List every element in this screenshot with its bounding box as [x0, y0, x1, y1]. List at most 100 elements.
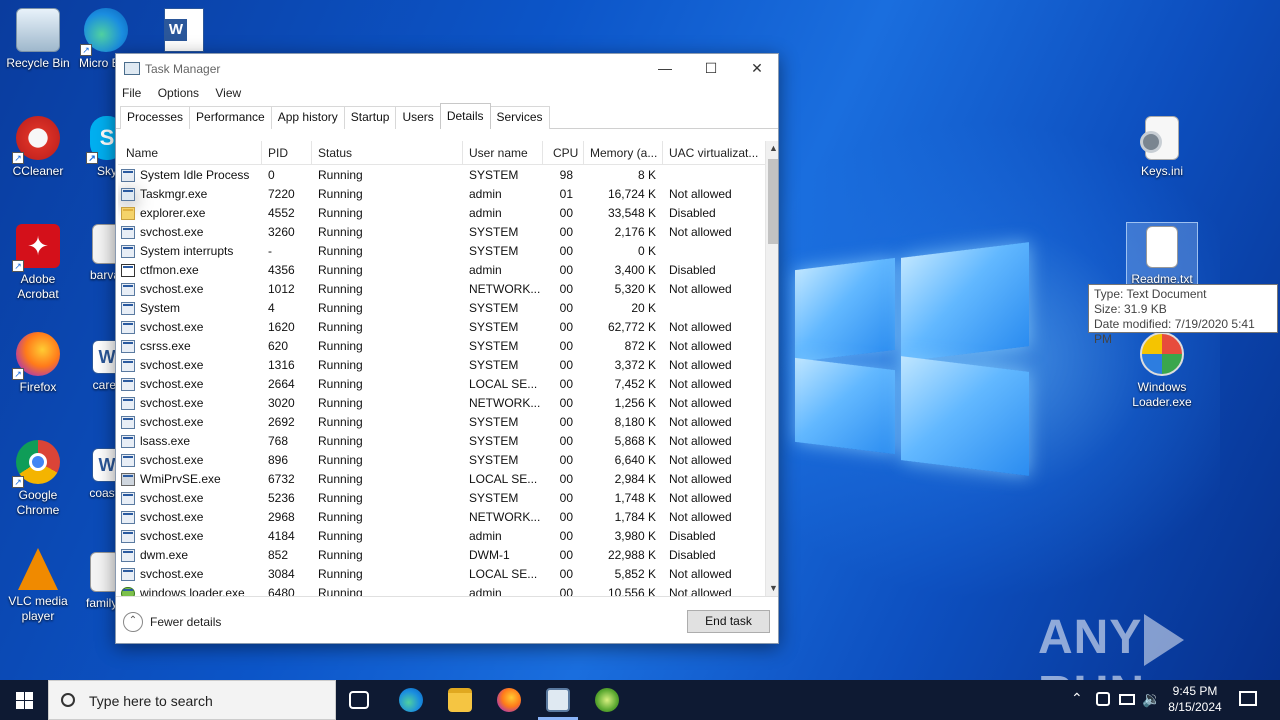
windows-loader-icon[interactable] — [595, 688, 619, 712]
scroll-up-arrow[interactable]: ▲ — [766, 141, 778, 156]
column-header-status[interactable]: Status — [312, 141, 463, 165]
volume-icon[interactable]: 🔉 — [1142, 690, 1161, 708]
table-row[interactable]: dwm.exe 852 Running DWM-1 00 22,988 K Disabled — [118, 546, 763, 565]
table-row[interactable]: svchost.exe 3084 Running LOCAL SE... 00 5,852… — [118, 565, 763, 584]
menu-options[interactable]: Options — [158, 82, 199, 104]
task-manager-icon[interactable] — [546, 688, 570, 712]
tab-users[interactable]: Users — [395, 106, 441, 129]
title-bar[interactable]: Task Manager — ☐ ✕ — [116, 54, 778, 82]
column-header-uac-virtualization[interactable]: UAC virtualizat... — [663, 141, 763, 165]
table-row[interactable]: ctfmon.exe 4356 Running admin 00 3,400 K Disab… — [118, 261, 763, 280]
table-row[interactable]: svchost.exe 5236 Running SYSTEM 00 1,748 K Not… — [118, 489, 763, 508]
table-row[interactable]: svchost.exe 896 Running SYSTEM 00 6,640 K Not … — [118, 451, 763, 470]
edge-icon[interactable] — [399, 688, 423, 712]
cell-cpu: 00 — [559, 434, 573, 448]
cell-name: svchost.exe — [140, 358, 204, 372]
menu-view[interactable]: View — [215, 82, 241, 104]
close-button[interactable]: ✕ — [734, 54, 780, 82]
table-row[interactable]: System 4 Running SYSTEM 00 20 K — [118, 299, 763, 318]
desktop-icon-keys-ini[interactable]: Keys.ini — [1124, 116, 1200, 179]
table-row[interactable]: svchost.exe 1620 Running SYSTEM 00 62,772 K No… — [118, 318, 763, 337]
scroll-down-arrow[interactable]: ▼ — [766, 581, 778, 596]
desktop-icon-vlc[interactable]: VLC media player — [0, 548, 76, 624]
desktop-icon-recycle-bin[interactable]: Recycle Bin — [0, 8, 76, 71]
cell-status: Running — [318, 567, 363, 581]
cell-user: NETWORK... — [469, 510, 541, 524]
tab-startup[interactable]: Startup — [343, 106, 397, 129]
table-row[interactable]: svchost.exe 3260 Running SYSTEM 00 2,176 K Not… — [118, 223, 763, 242]
end-task-button[interactable]: End task — [687, 610, 770, 633]
table-row[interactable]: svchost.exe 2968 Running NETWORK... 00 1,784 … — [118, 508, 763, 527]
column-header-cpu[interactable]: CPU — [543, 141, 584, 165]
cell-mem: 3,400 K — [614, 263, 656, 277]
column-header-memory[interactable]: Memory (a... — [584, 141, 663, 165]
table-row[interactable]: System Idle Process 0 Running SYSTEM 98 8 K — [118, 166, 763, 185]
cell-mem: 7,452 K — [614, 377, 656, 391]
cell-uac: Not allowed — [669, 586, 732, 596]
desktop-icon-adobe-acrobat[interactable]: ✦ ↗ Adobe Acrobat — [0, 224, 76, 302]
notifications-icon[interactable] — [1239, 691, 1257, 706]
cell-uac: Not allowed — [669, 434, 732, 448]
task-view-icon[interactable] — [349, 691, 369, 709]
maximize-button[interactable]: ☐ — [688, 54, 734, 82]
cell-pid: 3020 — [268, 396, 295, 410]
chevron-up-icon[interactable]: ⌃ — [1071, 690, 1083, 707]
cell-pid: - — [268, 244, 272, 258]
desktop-icon-readme-txt[interactable]: Readme.txt — [1126, 222, 1198, 288]
file-explorer-icon[interactable] — [448, 688, 472, 712]
word-doc-icon[interactable]: W — [164, 8, 204, 52]
column-header-name[interactable]: Name — [118, 141, 262, 165]
process-icon — [121, 549, 135, 562]
fewer-details-label: Fewer details — [150, 615, 222, 629]
minimize-button[interactable]: — — [642, 54, 688, 82]
column-header-pid[interactable]: PID — [262, 141, 312, 165]
table-row[interactable]: csrss.exe 620 Running SYSTEM 00 872 K Not allo… — [118, 337, 763, 356]
tab-performance[interactable]: Performance — [189, 106, 272, 129]
desktop-icon-firefox[interactable]: ↗ Firefox — [0, 332, 76, 395]
table-row[interactable]: explorer.exe 4552 Running admin 00 33,548 K Di… — [118, 204, 763, 223]
vertical-scrollbar[interactable]: ▲ ▼ — [765, 141, 778, 596]
table-row[interactable]: svchost.exe 2664 Running LOCAL SE... 00 7,452… — [118, 375, 763, 394]
cell-mem: 1,784 K — [614, 510, 656, 524]
tab-details[interactable]: Details — [439, 103, 491, 129]
tab-services[interactable]: Services — [489, 106, 550, 129]
desktop-icon-label: Windows Loader.exe — [1132, 380, 1192, 409]
table-row[interactable]: Taskmgr.exe 7220 Running admin 01 16,724 K Not… — [118, 185, 763, 204]
table-row[interactable]: svchost.exe 1316 Running SYSTEM 00 3,372 K Not… — [118, 356, 763, 375]
table-row[interactable]: WmiPrvSE.exe 6732 Running LOCAL SE... 00 2,98… — [118, 470, 763, 489]
network-icon[interactable] — [1119, 694, 1135, 705]
table-row[interactable]: System interrupts - Running SYSTEM 00 0 K — [118, 242, 763, 261]
cell-user: SYSTEM — [469, 415, 519, 429]
tooltip-type: Type: Text Document — [1094, 287, 1207, 301]
table-row[interactable]: svchost.exe 3020 Running NETWORK... 00 1,256 … — [118, 394, 763, 413]
column-header-user-name[interactable]: User name — [463, 141, 543, 165]
windows-start-icon — [16, 692, 24, 700]
taskbar-search-box[interactable]: Type here to search — [48, 680, 336, 720]
cell-cpu: 00 — [559, 529, 573, 543]
cell-status: Running — [318, 434, 363, 448]
desktop-icon-google-chrome[interactable]: ↗ Google Chrome — [0, 440, 76, 518]
start-button[interactable] — [0, 680, 48, 720]
search-placeholder: Type here to search — [89, 693, 213, 709]
table-row[interactable]: windows loader.exe 6480 Running admin 00 10,5… — [118, 584, 763, 596]
menu-file[interactable]: File — [122, 82, 141, 104]
table-row[interactable]: svchost.exe 2692 Running SYSTEM 00 8,180 K Not… — [118, 413, 763, 432]
tab-processes[interactable]: Processes — [120, 106, 191, 129]
taskbar-clock[interactable]: 9:45 PM 8/15/2024 — [1160, 683, 1230, 715]
cell-mem: 22,988 K — [607, 548, 656, 562]
cell-cpu: 98 — [559, 168, 573, 182]
table-row[interactable]: svchost.exe 4184 Running admin 00 3,980 K Disa… — [118, 527, 763, 546]
table-row[interactable]: lsass.exe 768 Running SYSTEM 00 5,868 K Not al… — [118, 432, 763, 451]
watermark-text-left: ANY — [1038, 611, 1143, 664]
windows-logo-wallpaper — [795, 240, 1030, 480]
desktop-icon-label: CCleaner — [12, 164, 64, 178]
desktop-icon-ccleaner[interactable]: ↗ CCleaner — [0, 116, 76, 179]
table-row[interactable]: svchost.exe 1012 Running NETWORK... 00 5,320 … — [118, 280, 763, 299]
cell-pid: 3260 — [268, 225, 295, 239]
scrollbar-thumb[interactable] — [768, 159, 778, 244]
tab-app-history[interactable]: App history — [270, 106, 345, 129]
cell-name: svchost.exe — [140, 396, 204, 410]
firefox-icon[interactable] — [497, 688, 521, 712]
device-icon[interactable] — [1096, 692, 1110, 706]
cell-pid: 7220 — [268, 187, 295, 201]
